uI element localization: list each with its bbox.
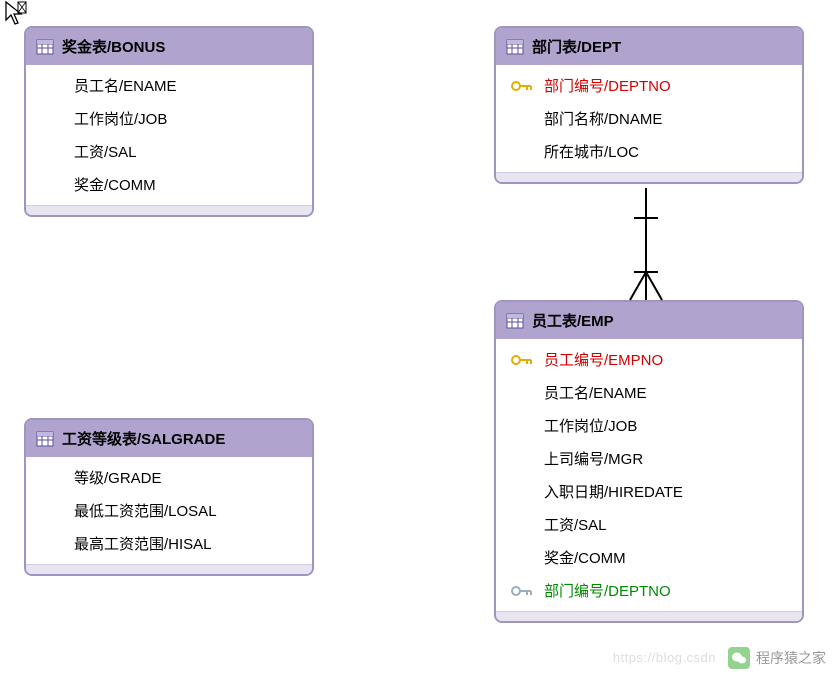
row-icon-blank bbox=[508, 549, 536, 567]
column-label: 最低工资范围/LOSAL bbox=[74, 500, 217, 521]
row-icon-blank bbox=[508, 450, 536, 468]
table-row[interactable]: 工资/SAL bbox=[26, 135, 312, 168]
table-body: 员工编号/EMPNO 员工名/ENAME 工作岗位/JOB 上司编号/MGR 入… bbox=[496, 339, 802, 611]
row-icon-blank bbox=[508, 483, 536, 501]
table-row[interactable]: 入职日期/HIREDATE bbox=[496, 475, 802, 508]
column-label: 等级/GRADE bbox=[74, 467, 162, 488]
column-label: 部门编号/DEPTNO bbox=[544, 75, 671, 96]
table-body: 等级/GRADE 最低工资范围/LOSAL 最高工资范围/HISAL bbox=[26, 457, 312, 564]
row-icon-blank bbox=[38, 143, 66, 161]
row-icon-blank bbox=[38, 176, 66, 194]
table-row[interactable]: 工资/SAL bbox=[496, 508, 802, 541]
table-header[interactable]: 员工表/EMP bbox=[496, 302, 802, 339]
table-body: 员工名/ENAME 工作岗位/JOB 工资/SAL 奖金/COMM bbox=[26, 65, 312, 205]
table-row[interactable]: 等级/GRADE bbox=[26, 461, 312, 494]
table-bonus[interactable]: 奖金表/BONUS 员工名/ENAME 工作岗位/JOB 工资/SAL 奖金/C… bbox=[24, 26, 314, 217]
row-icon-blank bbox=[508, 516, 536, 534]
table-footer bbox=[26, 205, 312, 215]
column-label: 部门名称/DNAME bbox=[544, 108, 662, 129]
row-icon-blank bbox=[508, 143, 536, 161]
primary-key-icon bbox=[508, 77, 536, 95]
column-label: 入职日期/HIREDATE bbox=[544, 481, 683, 502]
table-dept[interactable]: 部门表/DEPT 部门编号/DEPTNO 部门名称/DNAME 所在城市/LOC bbox=[494, 26, 804, 184]
table-row[interactable]: 最高工资范围/HISAL bbox=[26, 527, 312, 560]
row-icon-blank bbox=[38, 77, 66, 95]
table-row[interactable]: 奖金/COMM bbox=[496, 541, 802, 574]
table-row[interactable]: 上司编号/MGR bbox=[496, 442, 802, 475]
column-label: 工资/SAL bbox=[74, 141, 137, 162]
table-icon bbox=[506, 39, 524, 55]
table-emp[interactable]: 员工表/EMP 员工编号/EMPNO 员工名/ENAME 工作岗位/JOB 上司… bbox=[494, 300, 804, 623]
table-row[interactable]: 部门编号/DEPTNO bbox=[496, 69, 802, 102]
table-header[interactable]: 部门表/DEPT bbox=[496, 28, 802, 65]
table-title: 部门表/DEPT bbox=[532, 36, 621, 57]
table-salgrade[interactable]: 工资等级表/SALGRADE 等级/GRADE 最低工资范围/LOSAL 最高工… bbox=[24, 418, 314, 576]
table-footer bbox=[26, 564, 312, 574]
column-label: 员工编号/EMPNO bbox=[544, 349, 663, 370]
table-body: 部门编号/DEPTNO 部门名称/DNAME 所在城市/LOC bbox=[496, 65, 802, 172]
column-label: 员工名/ENAME bbox=[74, 75, 177, 96]
table-row[interactable]: 奖金/COMM bbox=[26, 168, 312, 201]
table-row[interactable]: 员工名/ENAME bbox=[496, 376, 802, 409]
row-icon-blank bbox=[38, 502, 66, 520]
table-header[interactable]: 工资等级表/SALGRADE bbox=[26, 420, 312, 457]
column-label: 部门编号/DEPTNO bbox=[544, 580, 671, 601]
row-icon-blank bbox=[38, 469, 66, 487]
watermark: 程序猿之家 bbox=[728, 647, 826, 669]
wechat-icon bbox=[728, 647, 750, 669]
faint-url-watermark: https://blog.csdn bbox=[613, 650, 716, 665]
row-icon-blank bbox=[38, 535, 66, 553]
row-icon-blank bbox=[508, 384, 536, 402]
row-icon-blank bbox=[508, 417, 536, 435]
table-icon bbox=[36, 431, 54, 447]
column-label: 奖金/COMM bbox=[74, 174, 156, 195]
table-row[interactable]: 员工名/ENAME bbox=[26, 69, 312, 102]
table-title: 奖金表/BONUS bbox=[62, 36, 165, 57]
table-row[interactable]: 工作岗位/JOB bbox=[496, 409, 802, 442]
column-label: 奖金/COMM bbox=[544, 547, 626, 568]
table-icon bbox=[36, 39, 54, 55]
table-footer bbox=[496, 172, 802, 182]
table-header[interactable]: 奖金表/BONUS bbox=[26, 28, 312, 65]
column-label: 员工名/ENAME bbox=[544, 382, 647, 403]
column-label: 工资/SAL bbox=[544, 514, 607, 535]
table-icon bbox=[506, 313, 524, 329]
watermark-text: 程序猿之家 bbox=[756, 648, 826, 668]
row-icon-blank bbox=[508, 110, 536, 128]
column-label: 所在城市/LOC bbox=[544, 141, 639, 162]
column-label: 工作岗位/JOB bbox=[544, 415, 637, 436]
foreign-key-icon bbox=[508, 582, 536, 600]
row-icon-blank bbox=[38, 110, 66, 128]
table-row[interactable]: 部门名称/DNAME bbox=[496, 102, 802, 135]
table-row[interactable]: 最低工资范围/LOSAL bbox=[26, 494, 312, 527]
table-row[interactable]: 工作岗位/JOB bbox=[26, 102, 312, 135]
table-title: 工资等级表/SALGRADE bbox=[62, 428, 225, 449]
primary-key-icon bbox=[508, 351, 536, 369]
table-row[interactable]: 部门编号/DEPTNO bbox=[496, 574, 802, 607]
table-footer bbox=[496, 611, 802, 621]
table-row[interactable]: 所在城市/LOC bbox=[496, 135, 802, 168]
column-label: 上司编号/MGR bbox=[544, 448, 643, 469]
column-label: 工作岗位/JOB bbox=[74, 108, 167, 129]
table-title: 员工表/EMP bbox=[532, 310, 614, 331]
column-label: 最高工资范围/HISAL bbox=[74, 533, 212, 554]
table-row[interactable]: 员工编号/EMPNO bbox=[496, 343, 802, 376]
relationship-line bbox=[620, 188, 672, 302]
